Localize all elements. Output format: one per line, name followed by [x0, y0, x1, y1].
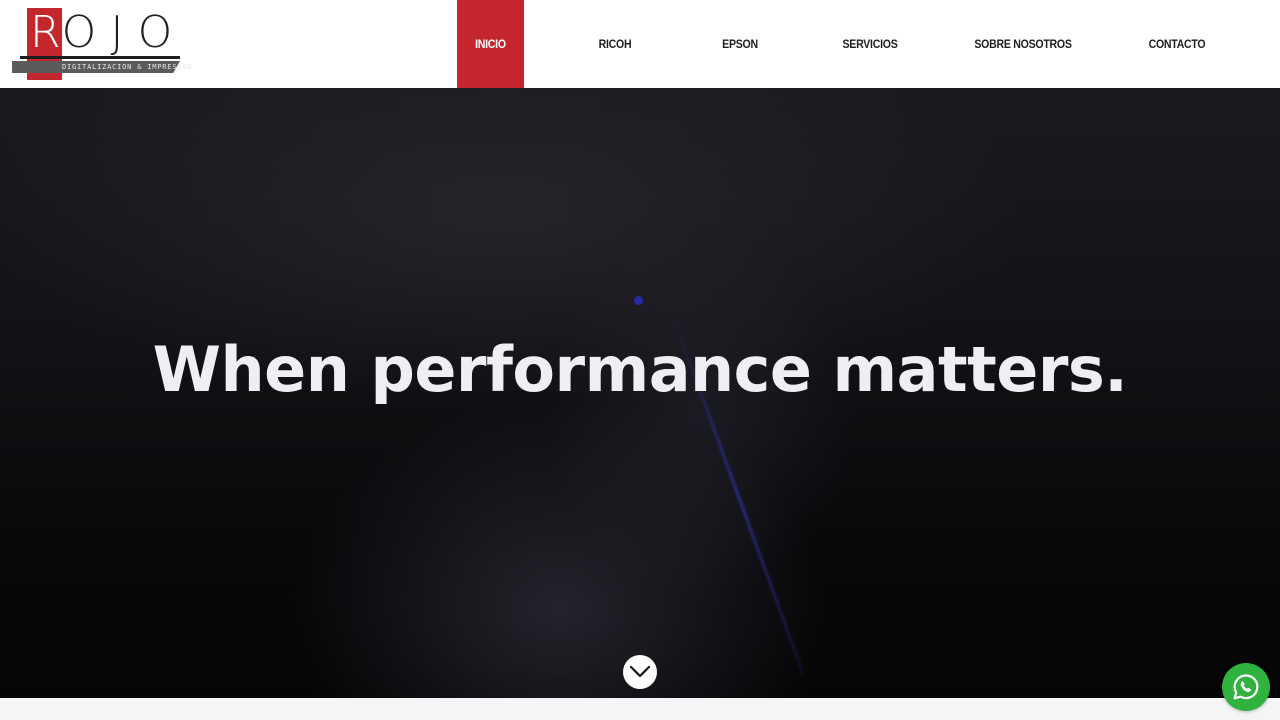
hero-ink-dot	[634, 296, 643, 305]
nav-item-ricoh[interactable]: RICOH	[589, 0, 642, 88]
scroll-down-button[interactable]	[623, 655, 657, 689]
whatsapp-icon	[1233, 674, 1259, 700]
chevron-down-icon	[629, 665, 651, 678]
main-nav: INICIO RICOH EPSON SERVICIOS SOBRE NOSOT…	[0, 0, 1280, 88]
hero-title: When performance matters.	[152, 333, 1128, 406]
nav-item-sobre-nosotros[interactable]: SOBRE NOSOTROS	[970, 0, 1076, 88]
whatsapp-button[interactable]	[1222, 663, 1270, 711]
nav-item-epson[interactable]: EPSON	[714, 0, 767, 88]
page-bottom-strip	[0, 698, 1280, 720]
site-header: R O J O DIGITALIZACION & IMPRESION INICI…	[0, 0, 1280, 88]
nav-item-inicio[interactable]: INICIO	[457, 0, 524, 88]
hero-video-banner: When performance matters.	[0, 88, 1280, 698]
nav-item-contacto[interactable]: CONTACTO	[1142, 0, 1212, 88]
nav-item-servicios[interactable]: SERVICIOS	[835, 0, 905, 88]
